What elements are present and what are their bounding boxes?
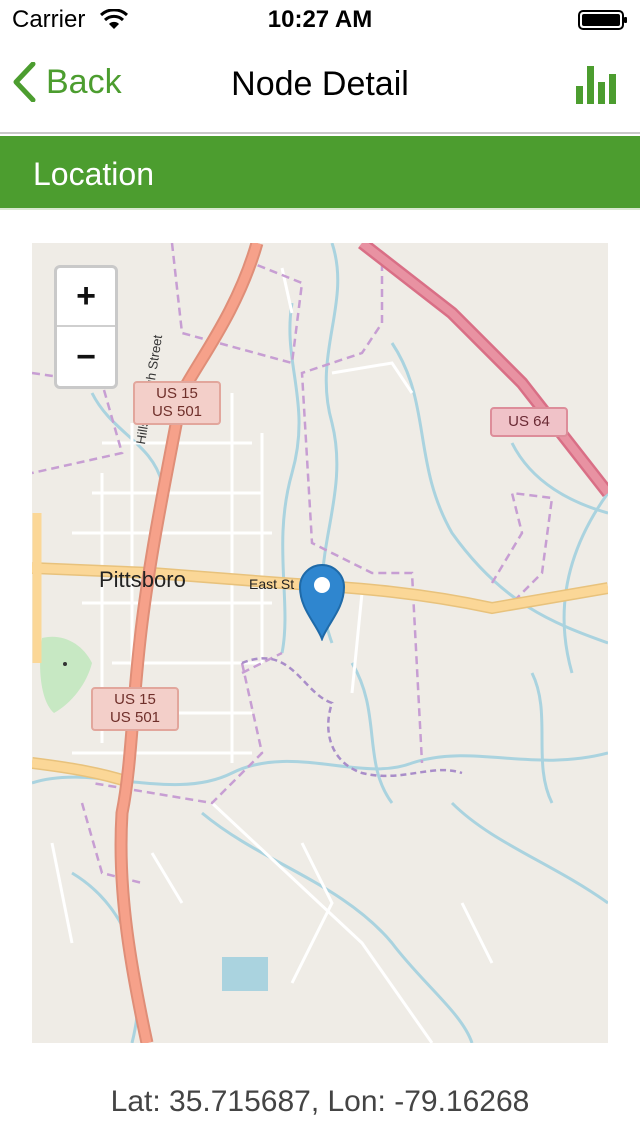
status-bar: Carrier 10:27 AM xyxy=(0,0,640,40)
route-shield: US 15 US 501 xyxy=(133,381,221,425)
section-header: Location xyxy=(0,136,640,210)
route-shield-line: US 15 xyxy=(114,691,156,708)
route-shield-line: US 501 xyxy=(151,403,203,420)
zoom-control: + − xyxy=(54,265,118,389)
street-label: East St xyxy=(249,576,295,592)
route-shield-line: US 501 xyxy=(109,709,161,726)
route-shield-us64: US 64 xyxy=(490,407,568,437)
map-tiles xyxy=(32,243,608,1043)
town-label: Pittsboro xyxy=(99,567,186,592)
route-shield: US 15 US 501 xyxy=(91,687,179,731)
route-shield-line: US 15 xyxy=(156,385,198,402)
stats-button[interactable] xyxy=(574,62,622,106)
bar-chart-icon xyxy=(576,66,616,104)
navigation-bar: Back Node Detail xyxy=(0,40,640,134)
map-pin-icon[interactable] xyxy=(298,561,346,642)
battery-icon xyxy=(578,10,628,30)
zoom-in-button[interactable]: + xyxy=(57,268,115,327)
zoom-out-button[interactable]: − xyxy=(57,328,115,386)
section-title: Location xyxy=(33,156,154,192)
page-title: Node Detail xyxy=(231,65,409,103)
location-map[interactable]: Hillsborough Street Pittsboro East St US… xyxy=(32,243,608,1043)
status-time: 10:27 AM xyxy=(267,6,373,33)
coordinates-text: Lat: 35.715687, Lon: -79.16268 xyxy=(110,1085,530,1118)
